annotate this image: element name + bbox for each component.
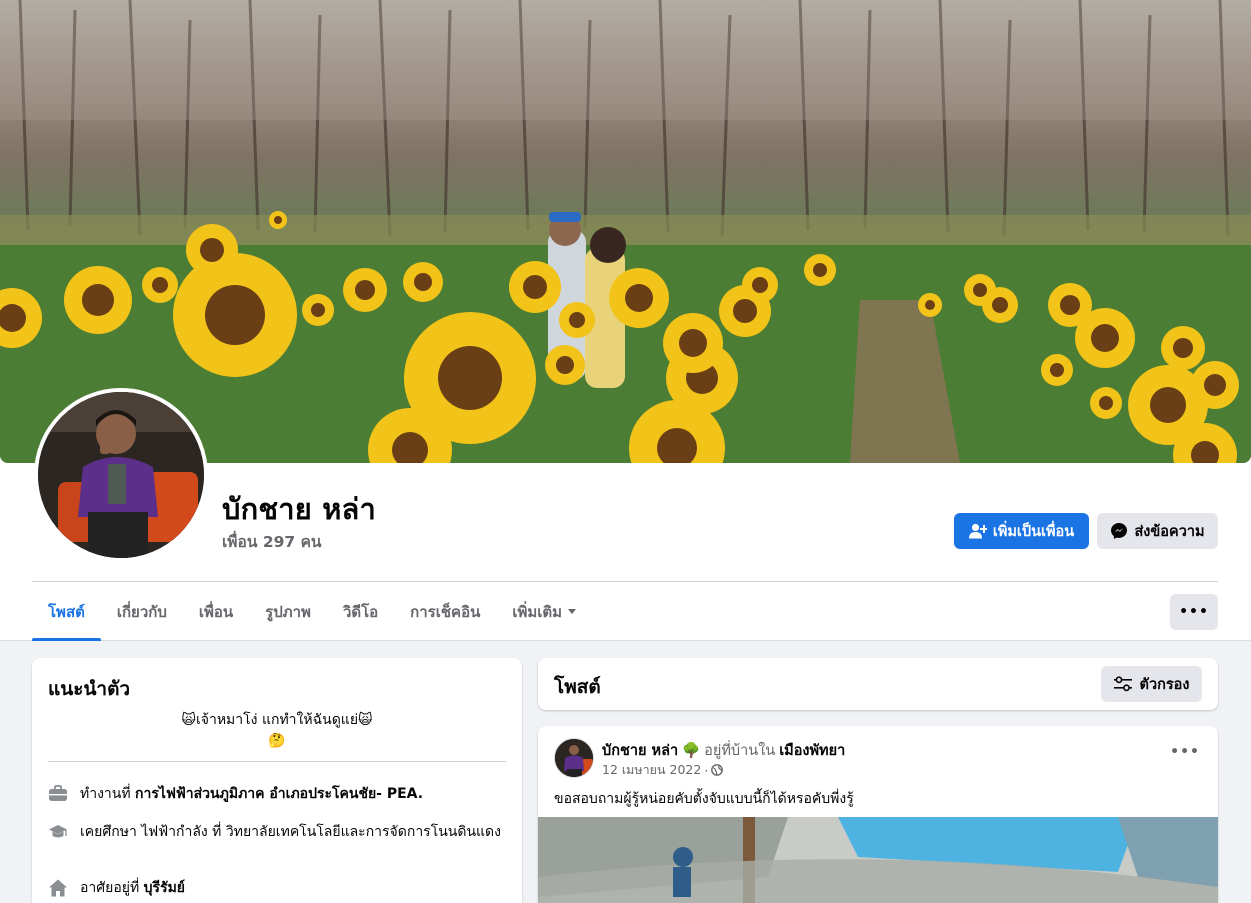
intro-work: ทำงานที่ การไฟฟ้าส่วนภูมิภาค อำเภอประโคน… [48,784,506,804]
tab-label: วิดีโอ [342,602,379,621]
home-icon [49,879,67,897]
profile-more-button[interactable]: ••• [1170,594,1218,630]
tab-label: รูปภาพ [265,602,311,621]
profile-name: บักชาย หล่า [222,492,376,526]
home-prefix: อาศัยอยู่ที่ [80,880,144,896]
work-place[interactable]: การไฟฟ้าส่วนภูมิภาค อำเภอประโคนชัย- PEA. [135,786,423,802]
post-author-name[interactable]: บักชาย หล่า [602,739,678,762]
avatar [38,392,204,558]
profile-picture[interactable] [34,388,208,562]
intro-education: เคยศึกษา ไฟฟ้ากำลัง ที่ วิทยาลัยเทคโนโลย… [48,822,506,842]
tab-posts[interactable]: โพสต์ [32,582,101,641]
sliders-icon [1113,676,1132,692]
bio-line: 🤔 [268,733,286,749]
send-message-label: ส่งข้อความ [1134,523,1205,540]
bio-line: 🙀เจ้าหมาโง่ แกทำให้ฉันดูแย่🙀 [181,712,373,728]
post-options-button[interactable]: ••• [1170,744,1200,760]
tree-emoji: 🌳 [682,743,701,759]
tab-label: โพสต์ [48,602,85,621]
post-photo[interactable] [538,817,1218,903]
tab-about[interactable]: เกี่ยวกับ [101,582,183,641]
tab-friends[interactable]: เพื่อน [183,582,249,641]
education-text: เคยศึกษา ไฟฟ้ากำลัง ที่ วิทยาลัยเทคโนโลย… [80,824,501,840]
send-message-button[interactable]: ส่งข้อความ [1097,513,1218,549]
work-prefix: ทำงานที่ [80,786,136,802]
intro-divider [48,761,506,762]
filter-button[interactable]: ตัวกรอง [1101,666,1202,702]
graduation-cap-icon [49,825,67,838]
post-date[interactable]: 12 เมษายน 2022 [602,760,701,780]
person-add-icon [968,523,987,539]
tab-label: การเช็คอิน [410,602,481,621]
intro-card: แนะนำตัว 🙀เจ้าหมาโง่ แกทำให้ฉันดูแย่🙀 🤔 … [32,658,522,903]
friend-count[interactable]: เพื่อน 297 คน [222,529,322,554]
tab-label: เพื่อน [198,602,234,621]
post-author-line: บักชาย หล่า 🌳 อยู่ที่บ้านใน เมืองพัทยา [602,739,845,762]
briefcase-icon [49,785,67,801]
messenger-icon [1111,523,1128,539]
tab-check-ins[interactable]: การเช็คอิน [394,582,496,641]
filter-label: ตัวกรอง [1139,676,1190,693]
post-place[interactable]: เมืองพัทยา [779,739,845,762]
globe-icon [711,764,724,776]
post-author-avatar[interactable] [554,738,594,778]
post-status-text: อยู่ที่บ้านใน [704,743,776,759]
bio: 🙀เจ้าหมาโง่ แกทำให้ฉันดูแย่🙀 🤔 [48,710,506,752]
tab-videos[interactable]: วิดีโอ [327,582,394,641]
intro-home: อาศัยอยู่ที่ บุรีรัมย์ [48,878,506,898]
tab-label: เพิ่มเติม [512,602,563,621]
posts-title: โพสต์ [554,676,601,698]
intro-title: แนะนำตัว [48,678,131,700]
caret-down-icon [568,609,577,614]
add-friend-button[interactable]: เพิ่มเป็นเพื่อน [954,513,1089,549]
profile-tabs: โพสต์ เกี่ยวกับ เพื่อน รูปภาพ วิดีโอ การ… [32,582,592,641]
tab-label: เกี่ยวกับ [116,602,167,621]
post-meta: 12 เมษายน 2022 · [602,760,724,780]
tab-more[interactable]: เพิ่มเติม [496,582,592,641]
profile-header: บักชาย หล่า เพื่อน 297 คน เพิ่มเป็นเพื่อ… [0,0,1251,641]
add-friend-label: เพิ่มเป็นเพื่อน [992,523,1075,540]
home-place[interactable]: บุรีรัมย์ [144,880,185,896]
post-text: ขอสอบถามผู้รู้หน่อยคับตั้งจับแบบนี้ก็ได้… [554,791,854,807]
meta-separator: · [704,762,709,778]
posts-header-card: โพสต์ ตัวกรอง [538,658,1218,710]
post-card: บักชาย หล่า 🌳 อยู่ที่บ้านใน เมืองพัทยา 1… [538,726,1218,903]
tab-photos[interactable]: รูปภาพ [249,582,327,641]
